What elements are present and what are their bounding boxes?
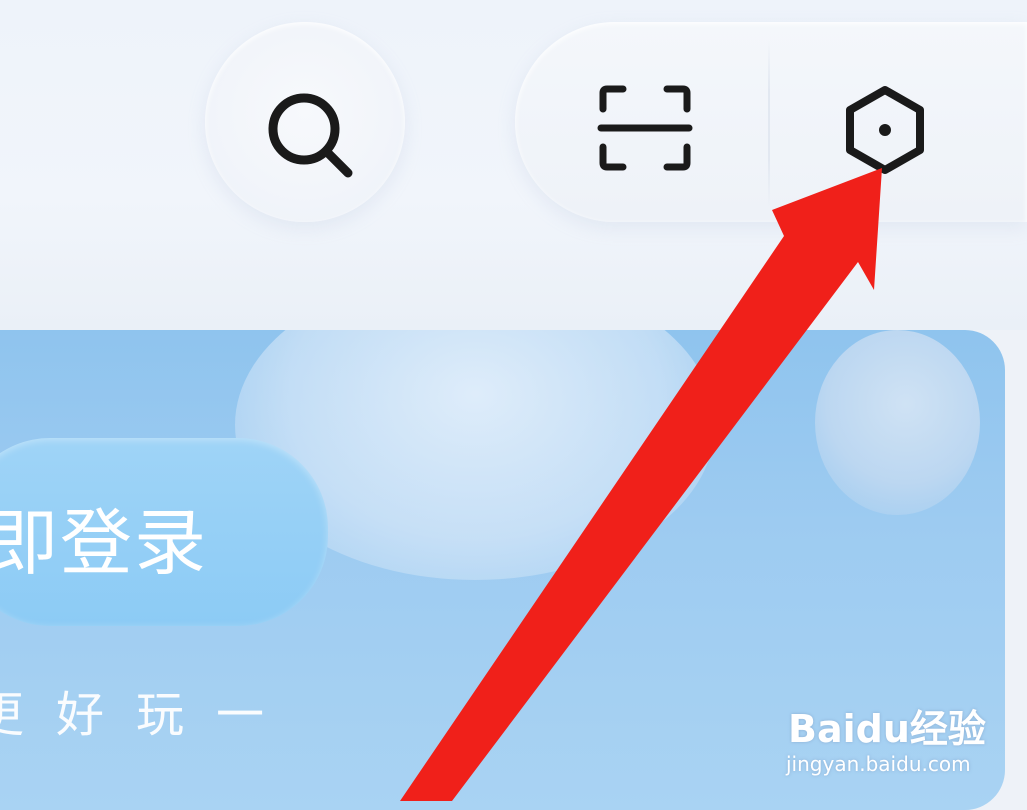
login-button-label: 即登录 [0, 501, 209, 585]
pill-divider [768, 40, 770, 210]
watermark-url: jingyan.baidu.com [786, 752, 971, 776]
search-icon [268, 93, 353, 178]
settings-button[interactable] [830, 80, 940, 180]
banner-slogan: 更好玩一 [0, 687, 297, 743]
watermark-logo: Baidu经验 [788, 707, 986, 751]
scan-button[interactable] [590, 78, 700, 178]
decorative-bubble-small [815, 330, 980, 515]
search-button[interactable] [255, 80, 365, 190]
top-header [0, 0, 1027, 330]
scan-icon [597, 85, 693, 171]
watermark: Baidu经验 jingyan.baidu.com [780, 690, 1000, 790]
settings-hexagon-icon [846, 86, 924, 174]
